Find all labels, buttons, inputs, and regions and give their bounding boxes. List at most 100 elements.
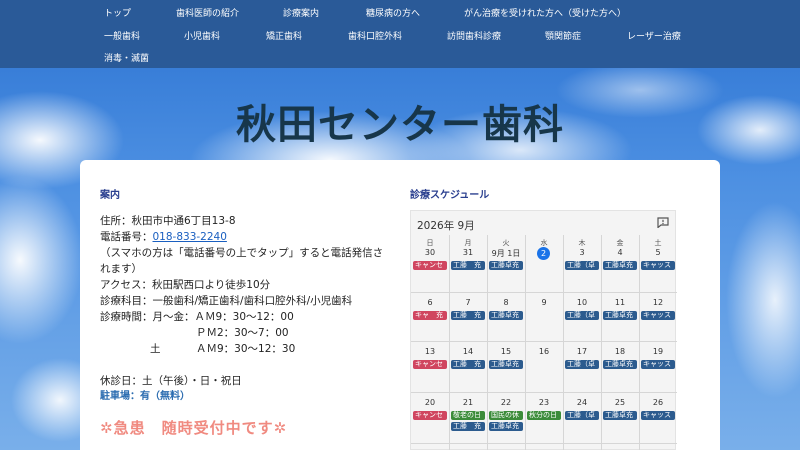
calendar-day-number[interactable]: 8 — [487, 298, 525, 307]
calendar-day-number[interactable]: 21 — [449, 398, 487, 407]
nav-link-sterilization[interactable]: 消毒・滅菌 — [104, 51, 149, 64]
nav-link-pediatric[interactable]: 小児歯科 — [184, 29, 220, 42]
calendar-event[interactable]: 工藤 充 — [451, 261, 485, 270]
calendar-weekday: 土 — [654, 239, 662, 247]
calendar-event[interactable]: 工藤（卓 — [565, 360, 599, 369]
calendar-day-number[interactable]: 12 — [639, 298, 677, 307]
calendar-event[interactable]: 工藤（卓 — [565, 411, 599, 420]
calendar-event[interactable]: 工藤卓充 — [603, 261, 637, 270]
calendar-day-number[interactable]: 3 — [563, 248, 601, 257]
phone-note-cont: れます） — [100, 263, 142, 275]
calendar-event[interactable]: 工藤卓充 — [603, 360, 637, 369]
calendar-row-divider — [411, 341, 677, 342]
calendar-event[interactable]: キャッス — [641, 411, 675, 420]
calendar-event[interactable]: キャンセ — [413, 360, 447, 369]
phone-link[interactable]: 018-833-2240 — [153, 231, 227, 243]
calendar-day-number[interactable]: 13 — [411, 347, 449, 356]
calendar-day-number[interactable]: 15 — [487, 347, 525, 356]
calendar-day-number[interactable]: 16 — [525, 347, 563, 356]
calendar-weekday: 木 — [578, 239, 586, 247]
calendar-column-divider — [601, 235, 602, 450]
calendar-column-divider — [563, 235, 564, 450]
nav-link-top[interactable]: トップ — [104, 6, 131, 19]
calendar-day-number[interactable]: 11 — [601, 298, 639, 307]
calendar-row-divider — [411, 443, 677, 444]
calendar-day-number[interactable]: 31 — [449, 248, 487, 257]
info-heading: 案内 — [100, 190, 120, 201]
calendar-event[interactable]: 工藤 充 — [451, 360, 485, 369]
calendar-event[interactable]: 工藤 充 — [451, 311, 485, 320]
calendar-event[interactable]: 敬老の日 — [451, 411, 485, 420]
calendar-day-number[interactable]: 7 — [449, 298, 487, 307]
schedule-heading: 診療スケジュール — [410, 190, 490, 201]
calendar-event[interactable]: キャッス — [641, 311, 675, 320]
schedule-calendar[interactable]: 2026年 9月 日月火水木金土 30 31 9月 1日 2 3 4 5 キャンセ 工藤 充工藤卓… — [410, 210, 677, 450]
calendar-weekday: 金 — [616, 239, 624, 247]
calendar-event[interactable]: 工藤（卓 — [565, 311, 599, 320]
calendar-weekday: 月 — [464, 239, 472, 247]
nav-link-general[interactable]: 一般歯科 — [104, 29, 140, 42]
calendar-day-number[interactable]: 23 — [525, 398, 563, 407]
calendar-event[interactable]: キャンセ — [413, 411, 447, 420]
calendar-month: 2026年 9月 — [417, 220, 475, 232]
calendar-day-number[interactable]: 22 — [487, 398, 525, 407]
calendar-column-divider — [639, 235, 640, 450]
calendar-day-number[interactable]: 30 — [411, 248, 449, 257]
calendar-day-number[interactable]: 17 — [563, 347, 601, 356]
calendar-day-number[interactable]: 25 — [601, 398, 639, 407]
calendar-event[interactable]: 工藤（卓 — [565, 261, 599, 270]
nav-link-home-visit[interactable]: 訪問歯科診療 — [447, 29, 501, 42]
calendar-event[interactable]: 工藤卓充 — [489, 311, 523, 320]
calendar-row-divider — [411, 392, 677, 393]
nav-link-orthodontic[interactable]: 矯正歯科 — [266, 29, 302, 42]
calendar-event[interactable]: 工藤卓充 — [489, 422, 523, 431]
calendar-day-number[interactable]: 19 — [639, 347, 677, 356]
calendar-weekday: 日 — [426, 239, 434, 247]
departments: 診療科目：一般歯科/矯正歯科/歯科口腔外科/小児歯科 — [100, 295, 353, 307]
clinic-info: 案内 住所：秋田市中通6丁目13-8 電話番号：018-833-2240 （スマ… — [100, 186, 400, 438]
calendar-event[interactable]: 秋分の日 — [527, 411, 561, 420]
comment-icon[interactable] — [657, 217, 669, 228]
calendar-day-number[interactable]: 18 — [601, 347, 639, 356]
calendar-grid: 日月火水木金土 30 31 9月 1日 2 3 4 5 キャンセ 工藤 充工藤卓充 工藤（卓 工藤卓充… — [411, 235, 677, 450]
calendar-day-number[interactable]: 24 — [563, 398, 601, 407]
calendar-day-number[interactable]: 20 — [411, 398, 449, 407]
nav-link-tmj[interactable]: 顎関節症 — [545, 29, 581, 42]
calendar-day-number[interactable]: 14 — [449, 347, 487, 356]
address: 住所：秋田市中通6丁目13-8 — [100, 215, 236, 227]
nav-link-diabetes[interactable]: 糖尿病の方へ — [366, 6, 420, 19]
calendar-event[interactable]: 国民の休 — [489, 411, 523, 420]
calendar-today[interactable]: 2 — [537, 247, 550, 260]
calendar-weekday: 火 — [502, 239, 510, 247]
nav-link-cancer[interactable]: がん治療を受けれた方へ（受けた方へ） — [464, 6, 626, 19]
nav-link-laser[interactable]: レーザー治療 — [627, 29, 681, 42]
calendar-day-number[interactable]: 10 — [563, 298, 601, 307]
calendar-event[interactable]: キャッス — [641, 261, 675, 270]
urgent-notice: ✲急患 随時受付中です✲ — [100, 419, 288, 437]
hours-saturday-day: 土 — [150, 343, 161, 355]
calendar-event[interactable]: 工藤卓充 — [489, 261, 523, 270]
calendar-day-number[interactable]: 9月 1日 — [487, 248, 525, 259]
site-title: 秋田センター歯科 — [236, 102, 564, 148]
nav-link-treatment[interactable]: 診療案内 — [283, 6, 319, 19]
calendar-row-divider — [411, 292, 677, 293]
nav-link-dentists[interactable]: 歯科医師の紹介 — [176, 6, 239, 19]
calendar-day-number[interactable]: 6 — [411, 298, 449, 307]
calendar-event[interactable]: キャンセ — [413, 261, 447, 270]
calendar-event[interactable]: 工藤卓充 — [603, 311, 637, 320]
nav-link-oral-surgery[interactable]: 歯科口腔外科 — [348, 29, 402, 42]
calendar-column-divider — [525, 235, 526, 450]
main-navigation: トップ 歯科医師の紹介 診療案内 糖尿病の方へ がん治療を受けれた方へ（受けた方… — [0, 0, 800, 68]
parking: 駐車場：有（無料） — [100, 391, 190, 402]
calendar-event[interactable]: 工藤卓充 — [603, 411, 637, 420]
calendar-event[interactable]: キャ 充 — [413, 311, 447, 320]
phone-label: 電話番号： — [100, 231, 153, 243]
calendar-day-number[interactable]: 26 — [639, 398, 677, 407]
calendar-day-number[interactable]: 4 — [601, 248, 639, 257]
calendar-event[interactable]: 工藤卓充 — [489, 360, 523, 369]
access: アクセス：秋田駅西口より徒歩10分 — [100, 279, 271, 291]
calendar-event[interactable]: キャッス — [641, 360, 675, 369]
calendar-event[interactable]: 工藤 充 — [451, 422, 485, 431]
calendar-day-number[interactable]: 5 — [639, 248, 677, 257]
calendar-day-number[interactable]: 9 — [525, 298, 563, 307]
